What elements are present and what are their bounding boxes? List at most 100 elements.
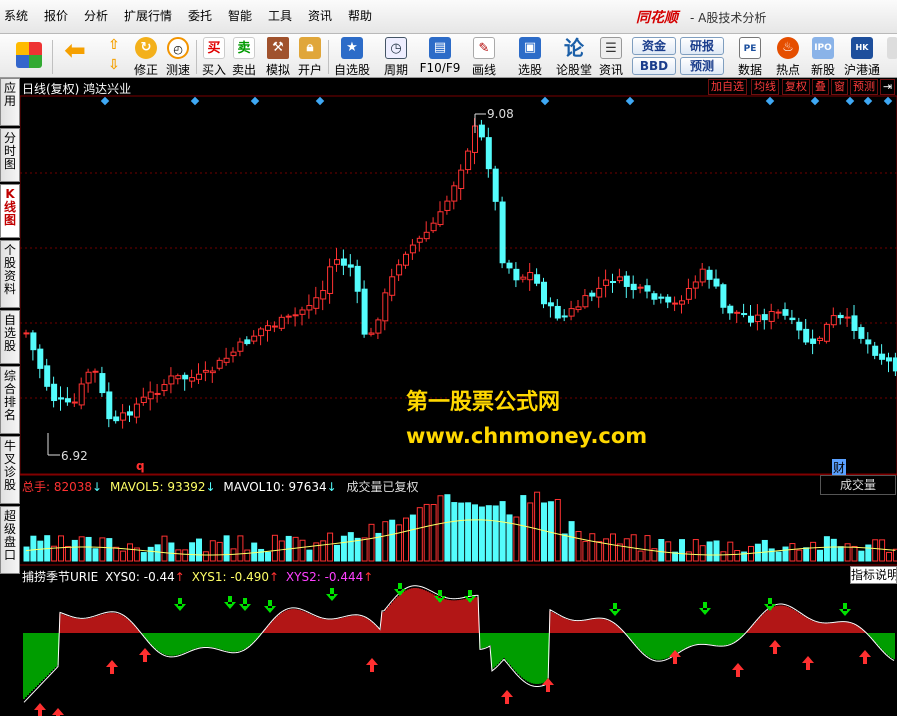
volume-bar — [416, 507, 423, 562]
f10-button[interactable]: ▤ F10/F9 — [418, 34, 462, 78]
menu-extended[interactable]: 扩展行情 — [124, 7, 172, 24]
grid-layout-button[interactable] — [14, 34, 44, 78]
overlay-button[interactable]: 叠 — [812, 79, 829, 95]
volume-bar — [127, 543, 133, 562]
candle-body — [478, 124, 485, 138]
collapse-right-icon[interactable]: ⇥ — [880, 79, 896, 95]
speed-test-button[interactable]: ◴ 测速 — [162, 34, 194, 78]
candle-body — [140, 396, 147, 404]
volume-bar — [182, 549, 189, 562]
event-diamond-icon[interactable] — [863, 96, 873, 106]
candle-body — [58, 397, 64, 400]
event-diamond-icon[interactable] — [250, 96, 260, 106]
volume-bar — [637, 550, 644, 562]
arrow-down-icon: ↓ — [326, 480, 337, 494]
event-diamond-icon[interactable] — [883, 96, 893, 106]
sell-button[interactable]: 卖 卖出 — [230, 34, 258, 78]
bbd-button[interactable]: BBD — [632, 57, 676, 75]
volume-bar — [858, 550, 865, 562]
forum-icon: 论 — [564, 36, 584, 60]
open-account-button[interactable]: 🔒︎ 开户 — [294, 34, 326, 78]
brand-logo: 同花顺 — [636, 10, 678, 26]
page-up-button[interactable]: ⇧ ⇩ — [102, 34, 126, 78]
stock-connect-button[interactable]: HK 沪港通 — [840, 34, 884, 78]
volume-bar — [409, 514, 416, 562]
tab-intraday[interactable]: 分时图 — [0, 128, 20, 182]
fund-flow-button[interactable]: 资金 — [632, 37, 676, 55]
volume-bar — [582, 540, 589, 562]
event-diamond-icon[interactable] — [540, 96, 550, 106]
ma-button[interactable]: 均线 — [751, 79, 779, 95]
volume-bar — [706, 541, 713, 562]
forecast-toggle-button[interactable]: 预测 — [850, 79, 878, 95]
candle-body — [541, 281, 547, 305]
tab-kline[interactable]: K线图 — [0, 184, 20, 238]
tab-apps[interactable]: 应用 — [0, 78, 20, 126]
simulate-button[interactable]: ⚒ 模拟 — [262, 34, 294, 78]
restore-right-button[interactable]: 复权 — [782, 79, 810, 95]
menu-quote[interactable]: 报价 — [44, 7, 68, 24]
research-button[interactable]: 研报 — [680, 37, 724, 55]
draw-line-button[interactable]: ✎ 画线 — [464, 34, 504, 78]
volume-note: 成交量已复权 — [346, 480, 419, 494]
tab-diagnosis[interactable]: 牛叉诊股 — [0, 436, 20, 504]
menu-system[interactable]: 系统 — [4, 7, 28, 24]
tab-watchlist[interactable]: 自选股 — [0, 310, 20, 364]
news-button[interactable]: ☰ 资讯 — [596, 34, 626, 78]
volume-bar — [623, 538, 630, 562]
arrow-up-icon: ⇧ — [108, 37, 120, 53]
menu-trade[interactable]: 委托 — [188, 7, 212, 24]
volume-bar — [113, 546, 120, 562]
candle-body — [30, 332, 37, 351]
event-marker-q[interactable]: q — [136, 459, 145, 473]
chart-area[interactable]: 日线(复权) 鸿达兴业 加自选 均线 复权 叠 窗 预测 ⇥ 9.08 6.92… — [20, 78, 897, 716]
menu-smart[interactable]: 智能 — [228, 7, 252, 24]
stock-connect-label: 沪港通 — [843, 63, 880, 77]
event-diamond-icon[interactable] — [810, 96, 820, 106]
event-diamond-icon[interactable] — [100, 96, 110, 106]
event-diamond-icon[interactable] — [190, 96, 200, 106]
menu-tools[interactable]: 工具 — [268, 7, 292, 24]
candle-body — [244, 339, 251, 345]
indicator-help-button[interactable]: 指标说明 — [850, 566, 897, 584]
forecast-button[interactable]: 预测 — [680, 57, 724, 75]
event-diamond-icon[interactable] — [315, 96, 325, 106]
candle-body — [761, 314, 768, 321]
candle-body — [292, 314, 299, 317]
event-diamond-icon[interactable] — [765, 96, 775, 106]
buy-button[interactable]: 买 买入 — [200, 34, 228, 78]
volume-bar — [541, 502, 547, 562]
watermark-url: www.chnmoney.com — [406, 424, 648, 448]
candle-body — [340, 258, 347, 266]
tab-ranking-label: 综合排名 — [3, 369, 16, 422]
toolbar-more-button[interactable] — [886, 34, 897, 78]
window-button[interactable]: 窗 — [831, 79, 848, 95]
event-marker-finance[interactable]: 财 — [832, 459, 847, 476]
hotspot-button[interactable]: ♨ 热点 — [770, 34, 806, 78]
menu-help[interactable]: 帮助 — [348, 7, 372, 24]
add-watchlist-button[interactable]: 加自选 — [708, 79, 747, 95]
data-button[interactable]: PE 数据 — [732, 34, 768, 78]
sell-label: 卖出 — [231, 63, 256, 77]
volume-indicator-button[interactable]: 成交量 — [820, 475, 896, 495]
arrow-down-icon: ↓ — [205, 480, 216, 494]
period-button[interactable]: ◷ 周期 — [376, 34, 416, 78]
event-diamond-icon[interactable] — [625, 96, 635, 106]
high-price-label: 9.08 — [487, 107, 514, 121]
menu-analysis[interactable]: 分析 — [84, 7, 108, 24]
draw-line-label: 画线 — [471, 63, 496, 77]
forum-button[interactable]: 论 论股堂 — [554, 34, 594, 78]
event-diamond-icon[interactable] — [845, 96, 855, 106]
tab-company-info[interactable]: 个股资料 — [0, 240, 20, 308]
menu-info[interactable]: 资讯 — [308, 7, 332, 24]
buy-icon: 买 — [203, 37, 225, 59]
candle-body — [44, 365, 51, 387]
stock-picker-button[interactable]: ▣ 选股 — [508, 34, 552, 78]
fix-button[interactable]: ↻ 修正 — [130, 34, 162, 78]
tab-super-level2[interactable]: 超级盘口 — [0, 506, 20, 574]
ipo-button[interactable]: IPO 新股 — [806, 34, 840, 78]
tab-ranking[interactable]: 综合排名 — [0, 366, 20, 434]
back-button[interactable]: ⬅ — [60, 34, 90, 78]
volume-bar — [251, 542, 258, 562]
watchlist-button[interactable]: ★ 自选股 — [332, 34, 372, 78]
